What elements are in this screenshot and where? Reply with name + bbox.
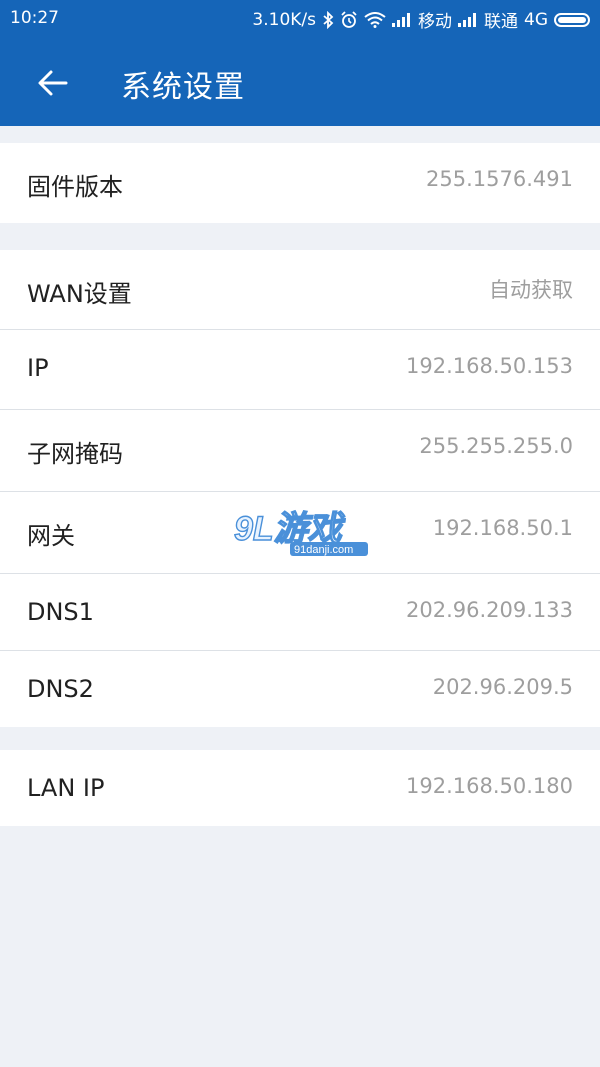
dns1-label: DNS1	[27, 598, 94, 626]
lan-section: LAN IP 192.168.50.180	[0, 750, 600, 826]
carrier-2: 联通	[484, 12, 518, 32]
firmware-value: 255.1576.491	[426, 167, 573, 191]
signal-icon-2	[458, 12, 478, 27]
dns1-value: 202.96.209.133	[406, 598, 573, 622]
firmware-section: 固件版本 255.1576.491	[0, 143, 600, 223]
dns2-label: DNS2	[27, 675, 94, 703]
gateway-value: 192.168.50.1	[432, 516, 573, 540]
network-type: 4G	[524, 9, 548, 30]
arrow-left-icon	[38, 70, 68, 96]
firmware-label: 固件版本	[27, 173, 123, 201]
wan-setting-value: 自动获取	[489, 278, 573, 302]
gateway-row[interactable]: 网关 192.168.50.1	[0, 492, 600, 574]
subnet-mask-value: 255.255.255.0	[419, 434, 573, 458]
battery-icon	[554, 12, 590, 27]
lan-ip-value: 192.168.50.180	[406, 774, 573, 798]
ip-row[interactable]: IP 192.168.50.153	[0, 330, 600, 410]
page-title: 系统设置	[121, 70, 245, 105]
status-bar: 10:27 3.10K/s 移动 联通 4G	[0, 0, 600, 36]
subnet-mask-label: 子网掩码	[27, 440, 123, 468]
dns2-value: 202.96.209.5	[432, 675, 573, 699]
wan-setting-label: WAN设置	[27, 280, 132, 308]
back-button[interactable]	[30, 60, 76, 106]
app-bar: 系统设置	[0, 36, 600, 126]
ip-value: 192.168.50.153	[406, 354, 573, 378]
ip-label: IP	[27, 354, 49, 382]
alarm-icon	[340, 10, 358, 29]
dns1-row[interactable]: DNS1 202.96.209.133	[0, 574, 600, 651]
subnet-mask-row[interactable]: 子网掩码 255.255.255.0	[0, 410, 600, 492]
firmware-row[interactable]: 固件版本 255.1576.491	[0, 143, 600, 223]
lan-ip-label: LAN IP	[27, 774, 105, 802]
signal-icon	[392, 12, 412, 27]
network-speed: 3.10K/s	[252, 9, 316, 30]
lan-ip-row[interactable]: LAN IP 192.168.50.180	[0, 750, 600, 826]
status-icons: 3.10K/s 移动 联通 4G	[252, 7, 590, 32]
gateway-label: 网关	[27, 522, 75, 550]
wan-setting-row[interactable]: WAN设置 自动获取	[0, 250, 600, 330]
wan-section: WAN设置 自动获取 IP 192.168.50.153 子网掩码 255.25…	[0, 250, 600, 727]
wifi-icon	[364, 11, 386, 28]
bluetooth-icon	[322, 10, 334, 29]
carrier-1: 移动	[418, 12, 452, 32]
dns2-row[interactable]: DNS2 202.96.209.5	[0, 651, 600, 727]
status-time: 10:27	[10, 8, 59, 28]
